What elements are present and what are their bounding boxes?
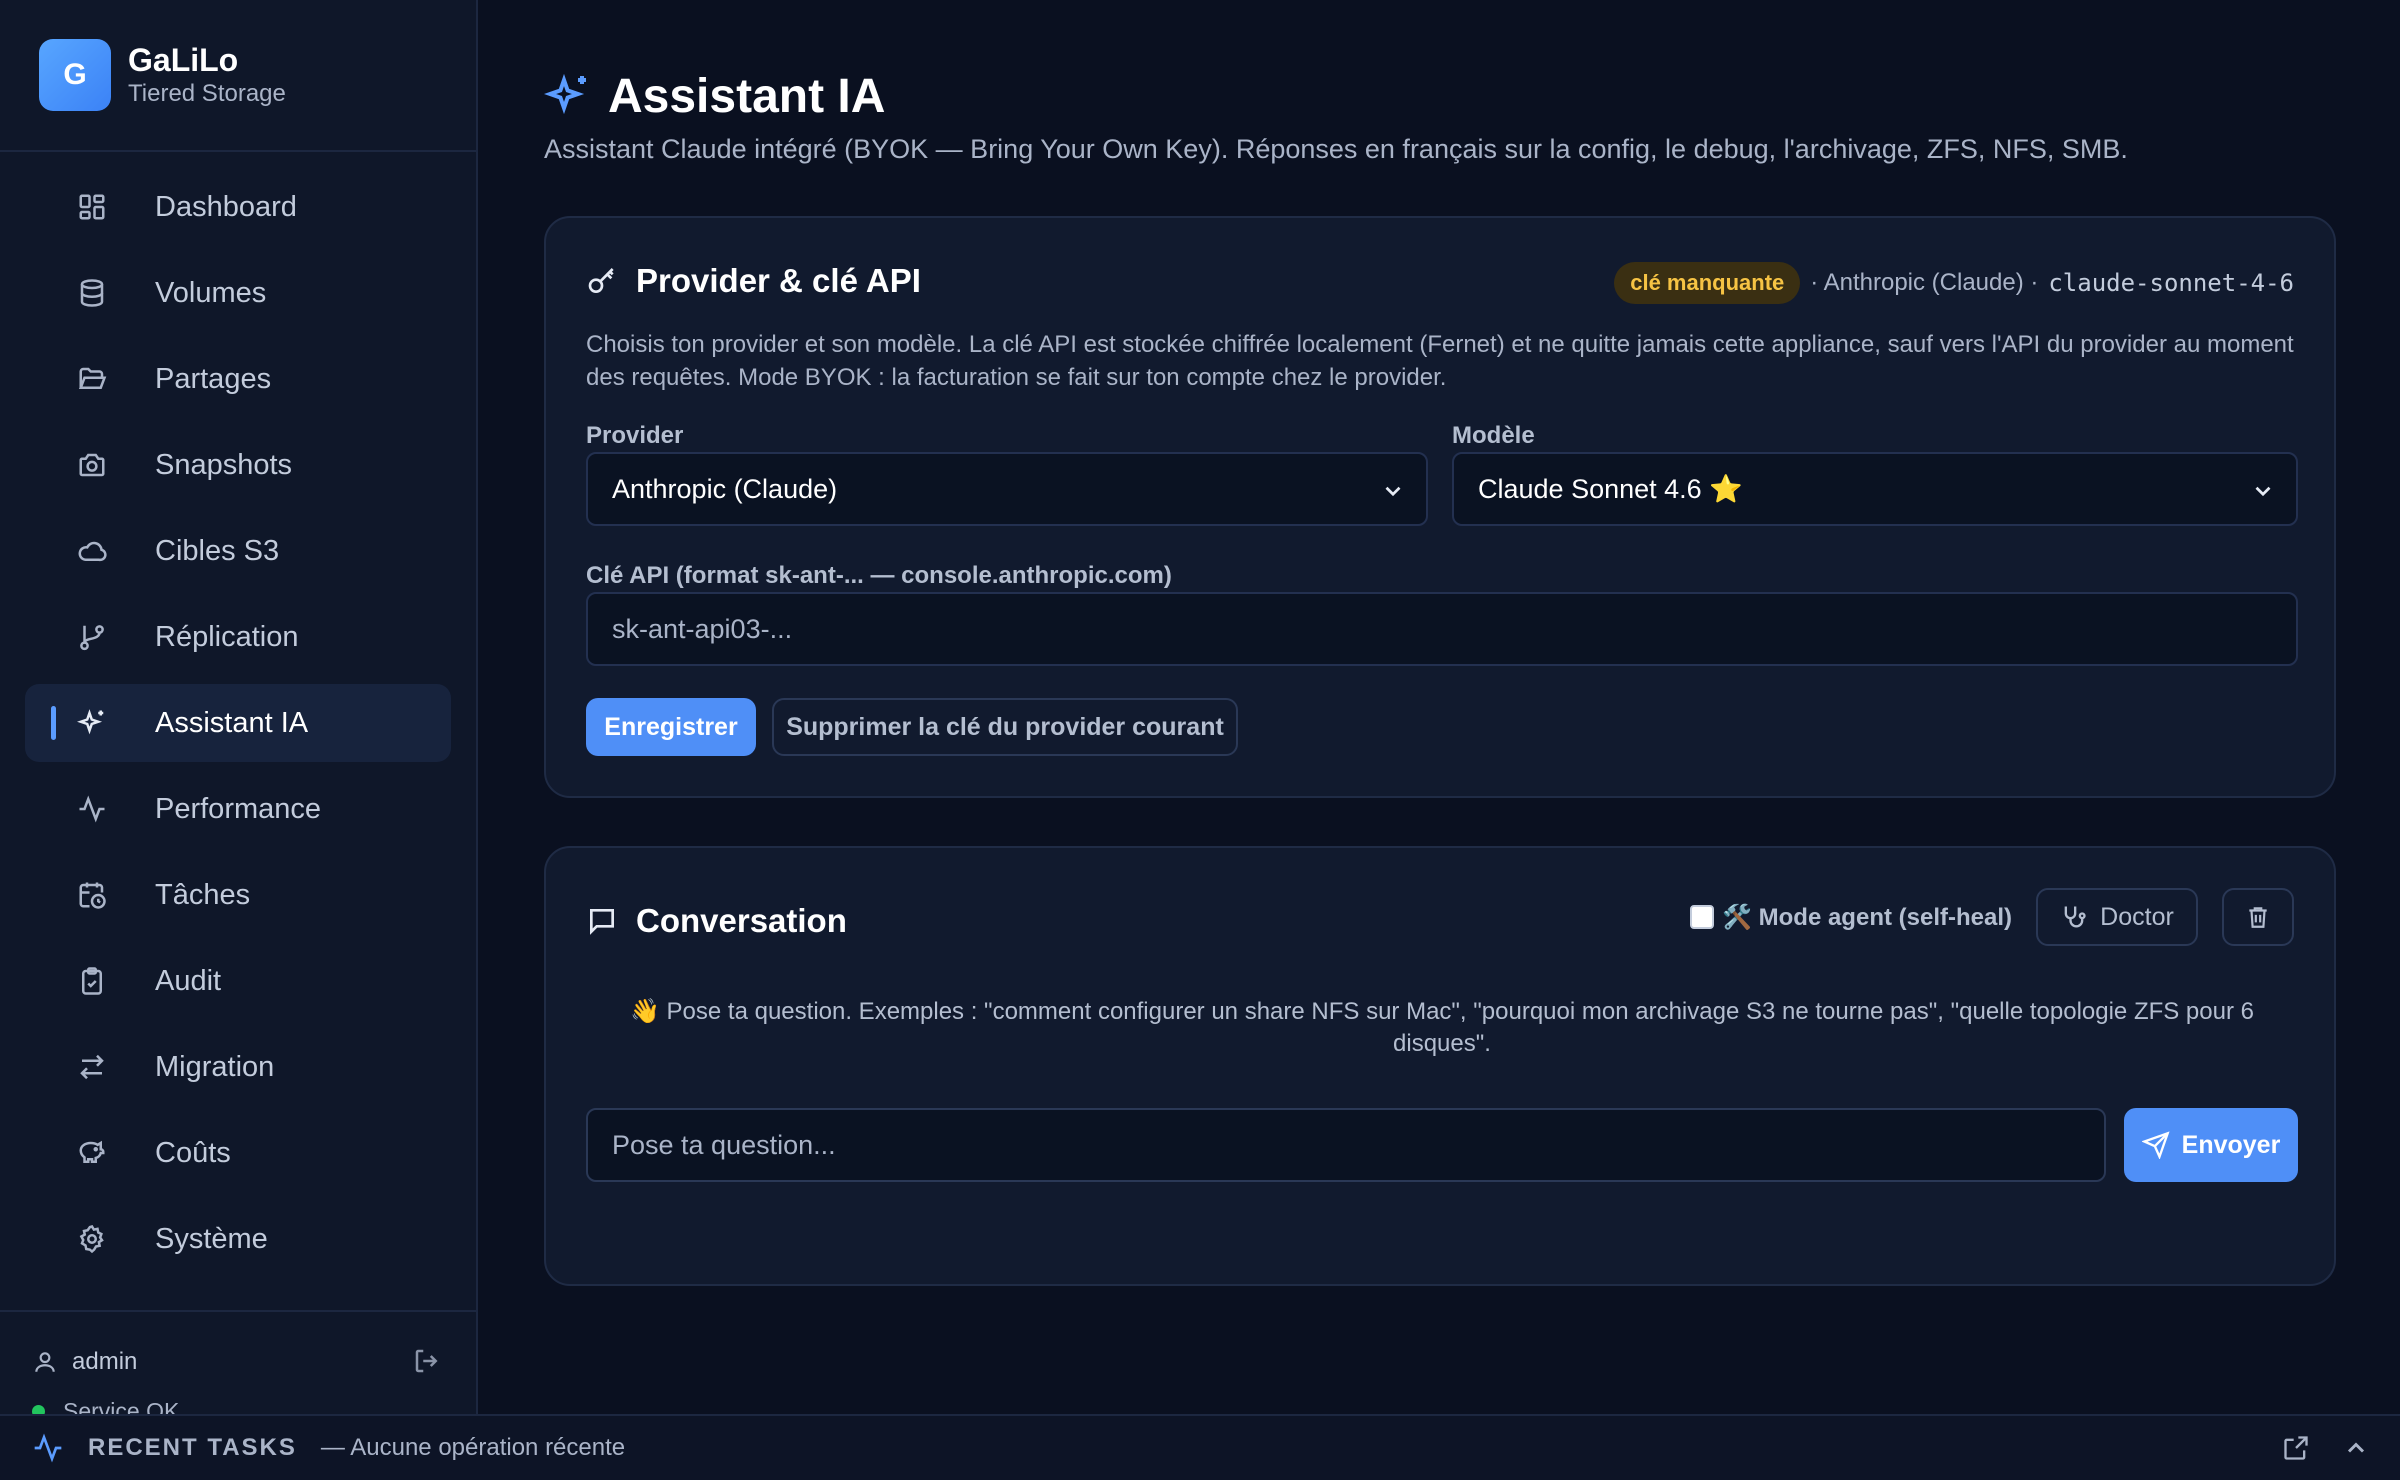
doctor-button[interactable]: Doctor — [2036, 888, 2198, 946]
api-key-placeholder: sk-ant-api03-... — [612, 613, 793, 644]
sidebar-item-cibles-s3[interactable]: Cibles S3 — [25, 512, 451, 590]
trash-icon — [2249, 907, 2267, 928]
external-link-icon[interactable] — [2282, 1434, 2310, 1462]
page-title: Assistant IA — [608, 69, 886, 123]
sidebar-item-snapshots[interactable]: Snapshots — [25, 426, 451, 504]
sidebar-item-replication[interactable]: Réplication — [25, 598, 451, 676]
agent-mode-checkbox[interactable] — [1690, 905, 1715, 929]
agent-mode-label: 🛠️ Mode agent (self-heal) — [1722, 903, 2012, 931]
sidebar-item-couts[interactable]: Coûts — [25, 1114, 451, 1192]
sidebar-item-label: Audit — [155, 964, 222, 997]
page-subtitle: Assistant Claude intégré (BYOK — Bring Y… — [544, 134, 2128, 164]
provider-select[interactable]: Anthropic (Claude) — [586, 452, 1428, 526]
conversation-hint: 👋 Pose ta question. Exemples : "comment … — [630, 998, 2254, 1057]
sidebar-item-migration[interactable]: Migration — [25, 1028, 451, 1106]
database-icon — [80, 279, 104, 307]
cloud-icon — [78, 541, 107, 562]
user-icon — [35, 1352, 55, 1372]
stethoscope-icon — [2064, 906, 2086, 928]
question-input[interactable]: Pose ta question... — [586, 1108, 2106, 1182]
activity-icon — [34, 1433, 62, 1463]
sidebar-item-label: Assistant IA — [155, 706, 309, 739]
model-select[interactable]: Claude Sonnet 4.6 ⭐ — [1452, 452, 2298, 526]
sidebar-item-assistant-ia[interactable]: Assistant IA — [25, 684, 451, 762]
recent-tasks-title: RECENT TASKS — [88, 1434, 297, 1461]
save-button[interactable]: Enregistrer — [586, 698, 756, 756]
send-icon — [2141, 1131, 2170, 1159]
key-icon — [588, 268, 614, 293]
user-info: admin — [32, 1348, 137, 1376]
sidebar-item-volumes[interactable]: Volumes — [25, 254, 451, 332]
chevron-up-icon[interactable] — [2342, 1434, 2370, 1462]
chevron-down-icon — [1385, 486, 1401, 497]
sidebar-item-label: Système — [155, 1222, 268, 1255]
git-branch-icon — [80, 625, 104, 651]
doctor-label: Doctor — [2100, 902, 2174, 931]
model-label: Modèle — [1452, 422, 1535, 449]
logout-icon[interactable] — [412, 1346, 442, 1376]
recent-tasks-bar[interactable]: RECENT TASKS — Aucune opération récente — [0, 1414, 2400, 1480]
status-badge: clé manquante — [1614, 262, 1801, 304]
camera-icon — [79, 453, 105, 477]
conversation-card: Conversation 🛠️ Mode agent (self-heal) D… — [544, 846, 2336, 1286]
sidebar-item-taches[interactable]: Tâches — [25, 856, 451, 934]
sparkles-icon — [544, 73, 586, 115]
sidebar-item-label: Coûts — [155, 1136, 231, 1169]
sidebar-item-label: Cibles S3 — [155, 534, 280, 567]
brand-subtitle: Tiered Storage — [128, 80, 286, 107]
sidebar: G GaLiLo Tiered Storage Dashboard Volume… — [0, 0, 478, 1424]
provider-card: Provider & clé API clé manquante · Anthr… — [544, 216, 2336, 798]
provider-select-value: Anthropic (Claude) — [612, 473, 838, 504]
sidebar-item-performance[interactable]: Performance — [25, 770, 451, 848]
chevron-down-icon — [2255, 486, 2271, 497]
clipboard-check-icon — [82, 967, 102, 995]
sidebar-item-label: Tâches — [155, 878, 251, 911]
main-content: Assistant IA Assistant Claude intégré (B… — [544, 60, 2336, 1286]
activity-icon — [79, 795, 105, 823]
sidebar-nav: Dashboard Volumes Partages Snapshots Cib… — [0, 152, 476, 1278]
api-key-label: Clé API (format sk-ant-... — console.ant… — [586, 562, 1172, 589]
delete-key-button[interactable]: Supprimer la clé du provider courant — [772, 698, 1238, 756]
sidebar-item-audit[interactable]: Audit — [25, 942, 451, 1020]
sidebar-item-label: Snapshots — [155, 448, 293, 481]
provider-card-title: Provider & clé API — [636, 262, 921, 299]
clear-conversation-button[interactable] — [2222, 888, 2294, 946]
api-key-input[interactable]: sk-ant-api03-... — [586, 592, 2298, 666]
brand[interactable]: G GaLiLo Tiered Storage — [0, 0, 476, 152]
model-select-value: Claude Sonnet 4.6 ⭐ — [1478, 474, 1743, 504]
sidebar-item-label: Migration — [155, 1050, 275, 1083]
brand-logo: G — [39, 39, 111, 111]
folder-open-icon — [78, 367, 107, 389]
sidebar-footer: admin Service OK — [0, 1310, 476, 1424]
sidebar-item-label: Réplication — [155, 620, 299, 653]
sidebar-item-label: Partages — [155, 362, 272, 395]
username: admin — [72, 1348, 138, 1375]
brand-name: GaLiLo — [128, 42, 239, 78]
calendar-clock-icon — [79, 882, 106, 909]
model-id: claude-sonnet-4-6 — [2048, 269, 2294, 297]
recent-tasks-message: — Aucune opération récente — [320, 1434, 626, 1461]
conversation-title: Conversation — [636, 902, 847, 939]
sidebar-item-partages[interactable]: Partages — [25, 340, 451, 418]
sidebar-item-dashboard[interactable]: Dashboard — [25, 168, 451, 246]
send-label: Envoyer — [2181, 1130, 2281, 1159]
grid-icon — [79, 194, 105, 220]
question-placeholder: Pose ta question... — [612, 1129, 836, 1160]
arrows-swap-icon — [80, 1054, 104, 1080]
sidebar-item-label: Dashboard — [155, 190, 297, 223]
sidebar-item-label: Performance — [155, 792, 322, 825]
sidebar-item-label: Volumes — [155, 276, 267, 309]
provider-label: Provider — [586, 422, 684, 449]
chat-icon — [590, 909, 614, 935]
sidebar-item-systeme[interactable]: Système — [25, 1200, 451, 1278]
provider-info: · Anthropic (Claude) · — [1810, 269, 2039, 296]
sparkles-icon — [77, 709, 104, 735]
gear-icon — [79, 1225, 104, 1254]
piggy-bank-icon — [79, 1140, 105, 1163]
provider-description: Choisis ton provider et son modèle. La c… — [586, 331, 2294, 391]
send-button[interactable]: Envoyer — [2124, 1108, 2298, 1182]
